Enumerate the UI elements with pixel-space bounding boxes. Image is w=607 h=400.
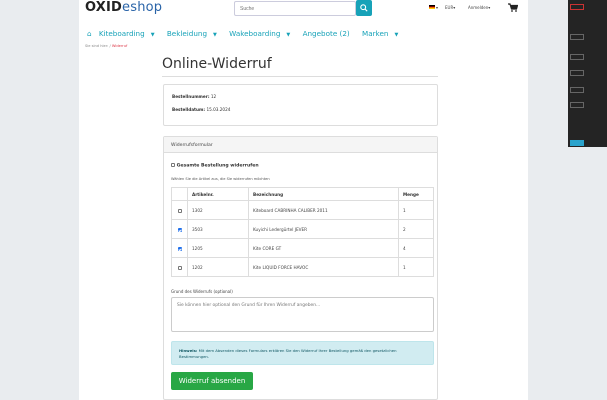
form-title: Widerrufsformular bbox=[164, 137, 437, 153]
row-qty: 1 bbox=[398, 257, 434, 277]
row-checkbox[interactable] bbox=[177, 208, 182, 213]
main-nav: ⌂ Kiteboarding ▼ Bekleidung ▼ Wakeboarding… bbox=[87, 29, 408, 38]
nav-label: Bekleidung bbox=[166, 29, 208, 38]
withdraw-all-option[interactable]: Gesamte Bestellung widerrufen bbox=[171, 163, 259, 169]
nav-item-bekleidung[interactable]: Bekleidung ▼ bbox=[167, 29, 222, 38]
panel-back-button[interactable] bbox=[570, 54, 584, 60]
row-qty: 4 bbox=[398, 238, 434, 258]
row-title: Kuyichi Ledergürtel JEVER bbox=[248, 219, 399, 239]
nav-item-wakeboarding[interactable]: Wakeboarding ▼ bbox=[229, 29, 295, 38]
language-caret[interactable]: ▾ bbox=[436, 5, 438, 10]
row-checkbox[interactable] bbox=[177, 227, 182, 232]
nav-label: Marken bbox=[362, 29, 389, 38]
chevron-down-icon: ▼ bbox=[394, 32, 399, 38]
search-icon bbox=[360, 4, 368, 12]
row-artnum: 1302 bbox=[187, 200, 249, 220]
chevron-down-icon: ▼ bbox=[150, 32, 155, 38]
panel-back-button[interactable] bbox=[570, 70, 584, 76]
withdrawal-form-card: Widerrufsformular Gesamte Bestellung wid… bbox=[163, 136, 438, 400]
table-header-artnum: Artikelnr. bbox=[187, 187, 249, 201]
table-header-qty: Menge bbox=[398, 187, 434, 201]
articles-table: Artikelnr. Bezeichnung Menge 1302 Kitebo… bbox=[171, 187, 434, 277]
nav-item-kiteboarding[interactable]: Kiteboarding ▼ bbox=[99, 29, 160, 38]
page-title: Online-Widerruf bbox=[162, 56, 272, 72]
search-input[interactable] bbox=[234, 1, 356, 16]
currency-label: EUR bbox=[445, 5, 454, 10]
row-artnum: 1205 bbox=[187, 238, 249, 258]
order-number-value: 12 bbox=[210, 94, 217, 99]
nav-item-angebote[interactable]: Angebote (2) bbox=[303, 29, 355, 38]
side-panel bbox=[568, 0, 607, 147]
table-header-title: Bezeichnung bbox=[248, 187, 399, 201]
legal-notice: Hinweis: Mit dem Absenden dieses Formula… bbox=[171, 341, 434, 365]
order-number-label: Bestellnummer: bbox=[172, 94, 210, 99]
order-number: Bestellnummer: 12 bbox=[172, 94, 216, 99]
nav-label: Wakeboarding bbox=[229, 29, 281, 38]
table-row: 1302 Kiteboard CABRINHA CALIBER 2011 1 bbox=[171, 200, 434, 220]
row-checkbox[interactable] bbox=[177, 265, 182, 270]
panel-toolbar-button[interactable] bbox=[570, 4, 584, 10]
nav-item-marken[interactable]: Marken ▼ bbox=[362, 29, 403, 38]
breadcrumb-separator: / bbox=[109, 44, 111, 48]
notice-label: Hinweis: bbox=[179, 348, 198, 353]
row-qty: 1 bbox=[398, 200, 434, 220]
order-date-label: Bestelldatum: bbox=[172, 107, 206, 112]
panel-action-button[interactable] bbox=[570, 140, 584, 146]
currency-select[interactable]: EUR▾ bbox=[445, 5, 455, 10]
panel-item[interactable] bbox=[570, 102, 584, 108]
top-bar: OXIDeshop ▾ EUR▾ Anmelden▾ bbox=[79, 0, 528, 20]
row-select-cell bbox=[171, 257, 188, 277]
order-date-value: 15.03.2024 bbox=[206, 107, 231, 112]
panel-back-button[interactable] bbox=[570, 87, 584, 93]
language-flag-icon[interactable] bbox=[429, 5, 435, 9]
row-select-cell bbox=[171, 219, 188, 239]
table-row: 1202 Kite LIQUID FORCE HAVOC 1 bbox=[171, 257, 434, 277]
row-artnum: 1202 bbox=[187, 257, 249, 277]
reason-label: Grund des Widerrufs (optional) bbox=[171, 289, 233, 294]
notice-text: Mit dem Absenden dieses Formulars erklär… bbox=[179, 348, 397, 359]
withdraw-all-label: Gesamte Bestellung widerrufen bbox=[176, 163, 259, 169]
row-title: Kite LIQUID FORCE HAVOC bbox=[248, 257, 399, 277]
page: OXIDeshop ▾ EUR▾ Anmelden▾ ⌂ Kiteboardin… bbox=[79, 0, 528, 400]
table-row: 3503 Kuyichi Ledergürtel JEVER 2 bbox=[171, 219, 434, 239]
divider bbox=[162, 76, 438, 77]
reason-textarea[interactable] bbox=[171, 297, 434, 332]
row-artnum: 3503 bbox=[187, 219, 249, 239]
nav-label: Angebote (2) bbox=[302, 29, 350, 38]
account-label: Anmelden bbox=[468, 5, 489, 10]
breadcrumb-prefix: Sie sind hier: bbox=[85, 44, 109, 48]
row-select-cell bbox=[171, 238, 188, 258]
withdraw-all-checkbox[interactable] bbox=[171, 163, 175, 167]
logo-oxid: OXID bbox=[85, 0, 123, 15]
chevron-down-icon: ▼ bbox=[286, 32, 291, 38]
logo-eshop: eshop bbox=[122, 0, 163, 15]
chevron-down-icon: ▼ bbox=[213, 32, 217, 38]
home-icon[interactable]: ⌂ bbox=[87, 29, 92, 38]
table-header-row: Artikelnr. Bezeichnung Menge bbox=[171, 187, 434, 201]
cart-icon[interactable] bbox=[508, 3, 518, 12]
row-title: Kite CORE GT bbox=[248, 238, 399, 258]
table-header-select bbox=[171, 187, 188, 201]
shop-logo[interactable]: OXIDeshop bbox=[85, 0, 162, 15]
search-button[interactable] bbox=[356, 0, 372, 16]
order-info-card: Bestellnummer: 12 Bestelldatum: 15.03.20… bbox=[163, 84, 438, 126]
row-title: Kiteboard CABRINHA CALIBER 2011 bbox=[248, 200, 399, 220]
selection-hint: Wählen Sie die Artikel aus, die Sie wide… bbox=[171, 177, 270, 181]
submit-withdrawal-button[interactable]: Widerruf absenden bbox=[171, 372, 253, 390]
nav-label: Kiteboarding bbox=[98, 29, 145, 38]
breadcrumb-current: Widerruf bbox=[111, 44, 128, 48]
row-checkbox[interactable] bbox=[177, 246, 182, 251]
order-date: Bestelldatum: 15.03.2024 bbox=[172, 107, 230, 112]
table-row: 1205 Kite CORE GT 4 bbox=[171, 238, 434, 258]
breadcrumb: Sie sind hier: / Widerruf bbox=[85, 44, 127, 48]
row-qty: 2 bbox=[398, 219, 434, 239]
account-menu[interactable]: Anmelden▾ bbox=[468, 5, 490, 10]
row-select-cell bbox=[171, 200, 188, 220]
panel-back-button[interactable] bbox=[570, 34, 584, 40]
